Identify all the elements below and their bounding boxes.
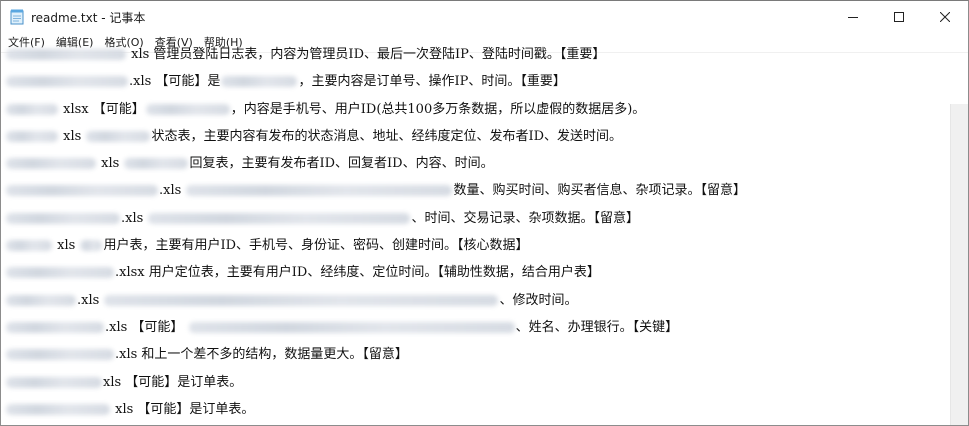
redacted-text — [6, 267, 114, 279]
redacted-text — [6, 130, 58, 142]
minimize-button[interactable] — [830, 1, 876, 33]
notepad-app-icon[interactable] — [10, 9, 24, 25]
window-title: readme.txt - 记事本 — [31, 10, 146, 25]
redacted-text — [124, 158, 189, 170]
line-text: 、时间、交易记录、杂项数据。【留意】 — [411, 210, 639, 226]
minimize-icon — [848, 17, 858, 18]
window-controls — [830, 1, 968, 33]
line-text: 状态表，主要内容有发布的状态消息、地址、经纬度定位、发布者ID、发送时间。 — [151, 128, 623, 144]
close-icon — [940, 12, 950, 22]
text-line: .xls 、修改时间。 — [5, 287, 950, 314]
line-text: xls 【可能】是订单表。 — [115, 401, 255, 417]
line-text: 用户表，主要有用户ID、手机号、身份证、密码、创建时间。【核心数据】 — [103, 238, 529, 254]
redacted-text — [6, 294, 76, 306]
line-text: 、姓名、办理银行。【关键】 — [515, 319, 679, 335]
title-bar[interactable]: readme.txt - 记事本 — [1, 1, 968, 33]
redacted-text — [186, 185, 453, 197]
line-text: .xls 【可能】是 — [129, 74, 221, 90]
text-lines: xls 管理员登陆日志表，内容为管理员ID、最后一次登陆IP、登陆时间戳。【重要… — [5, 41, 950, 423]
line-text: .xls — [121, 210, 144, 226]
redacted-text — [6, 321, 104, 333]
redacted-text — [221, 76, 298, 88]
line-text: .xls — [77, 292, 100, 308]
redacted-text — [6, 185, 158, 197]
maximize-button[interactable] — [876, 1, 922, 33]
redacted-text — [6, 103, 58, 115]
line-text: .xls 和上一个差不多的结构，数据量更大。【留意】 — [115, 347, 408, 363]
text-line: .xls 和上一个差不多的结构，数据量更大。【留意】 — [5, 341, 950, 368]
notepad-window: readme.txt - 记事本 文件(F) 编辑(E) 格式(O) 查看(V)… — [0, 0, 969, 426]
close-button[interactable] — [922, 1, 968, 33]
redacted-text — [80, 240, 103, 252]
redacted-text — [86, 130, 151, 142]
text-line: xlsx 【可能】 ，内容是手机号、用户ID(总共100多万条数据，所以虚假的数据… — [5, 96, 950, 123]
line-text: ，主要内容是订单号、操作IP、时间。【重要】 — [298, 74, 566, 90]
redacted-text — [6, 376, 102, 388]
maximize-icon — [894, 12, 904, 22]
line-text: .xlsx 用户定位表，主要有用户ID、经纬度、定位时间。【辅助性数据，结合用户… — [115, 265, 600, 281]
text-line: .xls 、时间、交易记录、杂项数据。【留意】 — [5, 205, 950, 232]
text-line: xls 【可能】是订单表。 — [5, 396, 950, 423]
line-text: .xls — [159, 183, 182, 199]
text-line: .xls 【可能】是 ，主要内容是订单号、操作IP、时间。【重要】 — [5, 68, 950, 95]
line-text: xlsx 【可能】 — [63, 101, 145, 117]
line-text: .xls 【可能】 — [105, 319, 184, 335]
redacted-text — [188, 321, 515, 333]
redacted-text — [6, 240, 52, 252]
line-text: xls — [63, 128, 82, 144]
vertical-scrollbar[interactable] — [950, 104, 968, 425]
line-text: xls — [101, 156, 120, 172]
text-line: xls 回复表，主要有发布者ID、回复者ID、内容、时间。 — [5, 150, 950, 177]
line-text: xls 管理员登陆日志表，内容为管理员ID、最后一次登陆IP、登陆时间戳。【重要… — [131, 47, 606, 62]
line-text: 回复表，主要有发布者ID、回复者ID、内容、时间。 — [189, 156, 494, 172]
text-line: .xls 【可能】 、姓名、办理银行。【关键】 — [5, 314, 950, 341]
redacted-text — [6, 212, 120, 224]
line-text: xls — [57, 238, 76, 254]
line-text: 数量、购买时间、购买者信息、杂项记录。【留意】 — [453, 183, 746, 199]
redacted-text — [6, 76, 128, 88]
line-text: 、修改时间。 — [499, 292, 578, 308]
redacted-text — [6, 403, 110, 415]
text-line: xls 状态表，主要内容有发布的状态消息、地址、经纬度定位、发布者ID、发送时间… — [5, 123, 950, 150]
redacted-text — [6, 158, 96, 170]
redacted-text — [145, 103, 230, 115]
redacted-text — [6, 49, 126, 60]
text-editor[interactable]: xls 管理员登陆日志表，内容为管理员ID、最后一次登陆IP、登陆时间戳。【重要… — [1, 47, 968, 425]
line-text: xls 【可能】是订单表。 — [103, 374, 243, 390]
text-line: xls 管理员登陆日志表，内容为管理员ID、最后一次登陆IP、登陆时间戳。【重要… — [5, 41, 950, 68]
redacted-text — [148, 212, 411, 224]
text-line: .xlsx 用户定位表，主要有用户ID、经纬度、定位时间。【辅助性数据，结合用户… — [5, 259, 950, 286]
line-text: ，内容是手机号、用户ID(总共100多万条数据，所以虚假的数据居多)。 — [230, 101, 646, 117]
text-line: .xls 数量、购买时间、购买者信息、杂项记录。【留意】 — [5, 177, 950, 204]
redacted-text — [6, 349, 114, 361]
redacted-text — [104, 294, 499, 306]
text-line: xls 用户表，主要有用户ID、手机号、身份证、密码、创建时间。【核心数据】 — [5, 232, 950, 259]
text-line: xls 【可能】是订单表。 — [5, 369, 950, 396]
